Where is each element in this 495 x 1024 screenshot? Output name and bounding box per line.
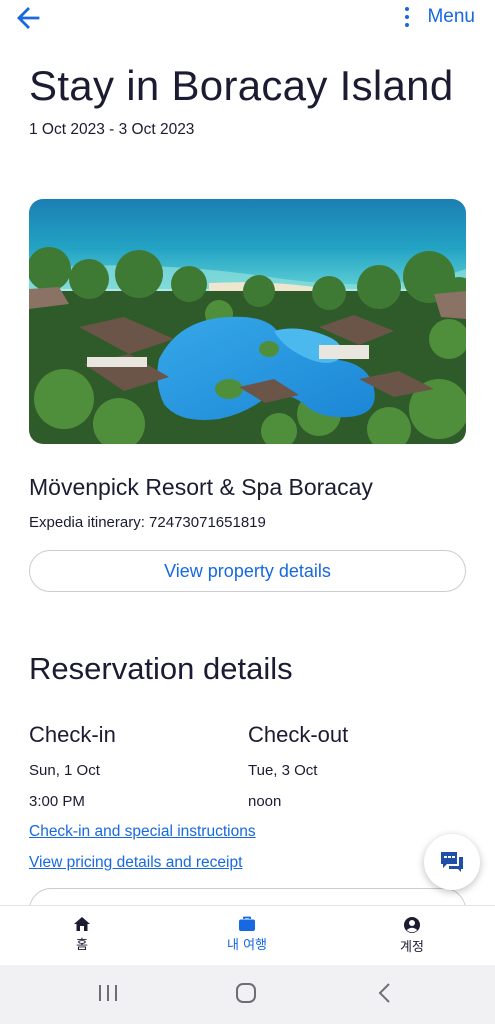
system-back-button[interactable] xyxy=(375,982,395,1009)
account-icon xyxy=(404,917,420,933)
checkin-date: Sun, 1 Oct xyxy=(29,762,100,779)
menu-button[interactable]: Menu xyxy=(427,6,475,28)
back-button[interactable] xyxy=(14,4,44,32)
checkout-date: Tue, 3 Oct xyxy=(248,762,318,779)
trip-details-screen: Menu Stay in Boracay Island 1 Oct 2023 -… xyxy=(0,0,495,1024)
recents-icon xyxy=(99,985,117,1001)
nav-account[interactable]: 계정 xyxy=(367,916,457,955)
system-navigation-bar xyxy=(0,965,495,1024)
checkin-heading: Check-in xyxy=(29,722,116,747)
hotel-photo[interactable] xyxy=(29,199,466,444)
itinerary-number: Expedia itinerary: 72473071651819 xyxy=(29,514,266,531)
nav-home-label: 홈 xyxy=(76,938,88,953)
home-circle-icon xyxy=(236,983,256,1003)
chat-button[interactable] xyxy=(424,834,480,890)
nav-home[interactable]: 홈 xyxy=(37,916,127,953)
checkout-time: noon xyxy=(248,793,282,810)
menu-group[interactable]: Menu xyxy=(403,5,475,29)
home-icon xyxy=(74,917,90,931)
view-property-details-button[interactable]: View property details xyxy=(29,550,466,592)
trip-dates: 1 Oct 2023 - 3 Oct 2023 xyxy=(29,121,195,138)
bottom-nav: 홈 내 여행 계정 xyxy=(0,905,495,966)
nav-my-trips-label: 내 여행 xyxy=(226,938,267,953)
system-home-button[interactable] xyxy=(234,982,258,1009)
chat-bubbles-icon xyxy=(441,852,463,872)
suitcase-icon xyxy=(239,916,255,931)
nav-account-label: 계정 xyxy=(400,940,424,955)
checkin-time: 3:00 PM xyxy=(29,793,85,810)
chevron-left-icon xyxy=(378,983,390,1003)
checkin-instructions-link[interactable]: Check-in and special instructions xyxy=(29,823,256,841)
nav-my-trips[interactable]: 내 여행 xyxy=(202,916,292,953)
checkout-heading: Check-out xyxy=(248,722,349,747)
pricing-details-link[interactable]: View pricing details and receipt xyxy=(29,854,242,872)
recents-button[interactable] xyxy=(96,982,120,1009)
resort-pool-aerial-photo xyxy=(29,199,466,444)
page-title: Stay in Boracay Island xyxy=(29,62,454,109)
reservation-details-heading: Reservation details xyxy=(29,651,293,686)
top-bar: Menu xyxy=(0,0,495,38)
arrow-left-icon xyxy=(17,7,40,29)
more-vertical-icon[interactable] xyxy=(403,5,411,29)
hotel-name: Mövenpick Resort & Spa Boracay xyxy=(29,474,373,500)
